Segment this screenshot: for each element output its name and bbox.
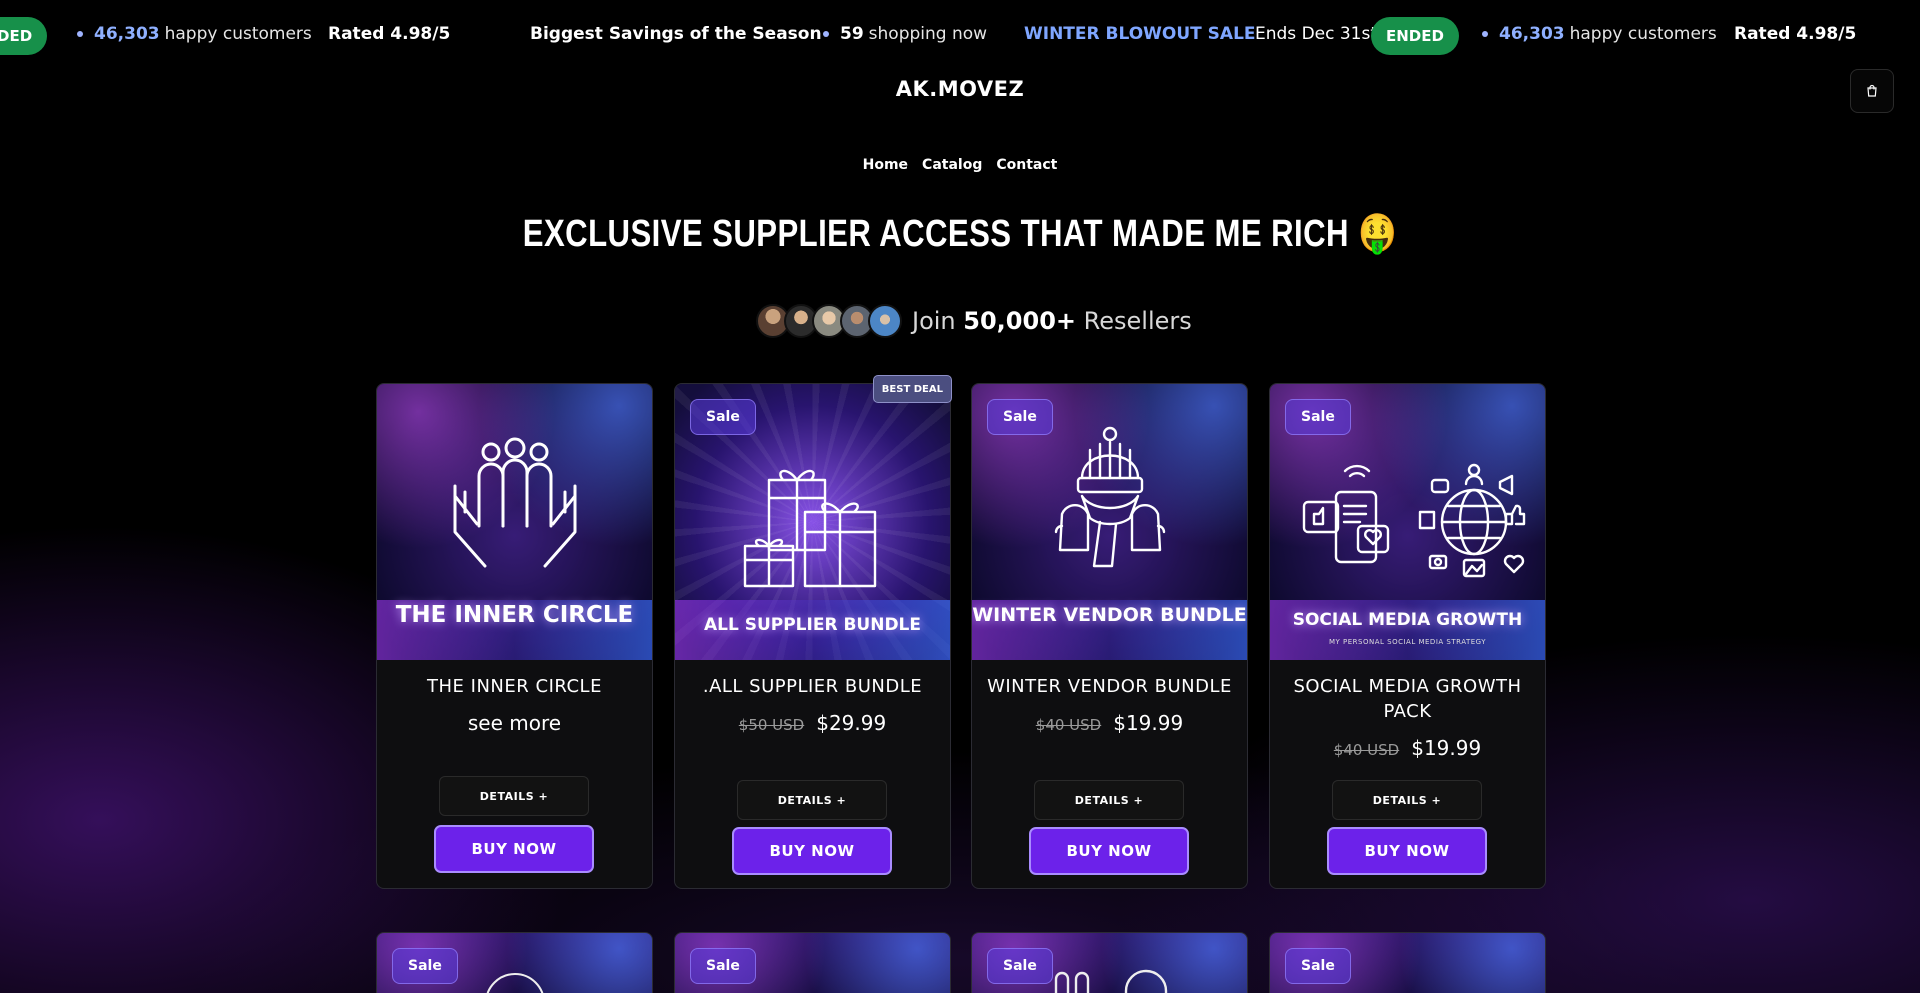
buy-now-button[interactable]: BUY NOW <box>1029 827 1189 875</box>
cart-button[interactable] <box>1850 69 1894 113</box>
product-image[interactable]: Sale WINTER VENDOR BUNDLE <box>972 384 1247 660</box>
product-card-inner-circle[interactable]: THE INNER CIRCLE THE INNER CIRCLE see mo… <box>376 383 653 889</box>
social-prefix: Join <box>912 307 956 335</box>
avatar <box>868 304 902 338</box>
image-title: ALL SUPPLIER BUNDLE <box>703 615 922 635</box>
product-card-peek[interactable]: Sale <box>376 932 653 993</box>
product-card-peek[interactable]: Sale <box>971 932 1248 993</box>
shopping-count: 59 <box>840 24 864 44</box>
product-name[interactable]: WINTER VENDOR BUNDLE <box>982 674 1237 699</box>
social-media-icon <box>1302 463 1526 578</box>
social-proof-text: Join 50,000+ Resellers <box>912 307 1192 335</box>
price-row: $40 USD $19.99 <box>1270 736 1545 760</box>
social-suffix: Resellers <box>1083 307 1192 335</box>
sale-badge: Sale <box>987 948 1053 984</box>
social-count: 50,000+ <box>963 307 1077 335</box>
customers-count: 46,303 <box>94 24 160 44</box>
nav-home[interactable]: Home <box>863 157 908 173</box>
image-subtitle: MY PERSONAL SOCIAL MEDIA STRATEGY <box>1329 638 1486 646</box>
sale-badge: Sale <box>987 399 1053 435</box>
nav-catalog[interactable]: Catalog <box>922 157 982 173</box>
product-art-peek <box>485 973 545 993</box>
best-deal-ribbon: BEST DEAL <box>872 375 952 403</box>
sale-price: $29.99 <box>816 711 887 735</box>
old-price: $40 USD <box>1035 716 1102 734</box>
details-button[interactable]: DETAILS + <box>1332 780 1482 820</box>
sale-badge: Sale <box>690 399 756 435</box>
details-button[interactable]: DETAILS + <box>1034 780 1184 820</box>
shopping-now-stat: 59 shopping now <box>823 24 987 44</box>
product-name[interactable]: .ALL SUPPLIER BUNDLE <box>685 674 940 699</box>
cart-icon <box>1867 84 1877 97</box>
customers-stat: 46,303 happy customers <box>77 24 312 44</box>
image-glow-floor <box>1270 600 1545 660</box>
bullet-dot <box>1482 31 1488 37</box>
social-proof: Join 50,000+ Resellers <box>756 304 1192 338</box>
gift-boxes-icon <box>743 469 877 588</box>
buy-now-button[interactable]: BUY NOW <box>1327 827 1487 875</box>
product-name[interactable]: THE INNER CIRCLE <box>387 674 642 699</box>
image-title: WINTER VENDOR BUNDLE <box>972 604 1247 626</box>
bullet-dot <box>77 31 83 37</box>
hands-people-icon <box>453 437 577 568</box>
price-row: see more <box>377 711 652 735</box>
old-price: $50 USD <box>738 716 805 734</box>
background-glow <box>0 0 1920 993</box>
rating-text-repeat: Rated 4.98/5 <box>1734 24 1857 44</box>
sale-badge: Sale <box>392 948 458 984</box>
product-art-peek <box>1054 969 1168 993</box>
sale-badge: Sale <box>690 948 756 984</box>
details-button[interactable]: DETAILS + <box>737 780 887 820</box>
customers-stat-repeat: 46,303 happy customers <box>1482 24 1717 44</box>
product-card-social-media-growth[interactable]: Sale SOCIAL MEDIA GROWTH MY PERSONAL SOC… <box>1269 383 1546 889</box>
customers-label: happy customers <box>164 24 312 44</box>
image-title: THE INNER CIRCLE <box>395 602 634 628</box>
product-card-peek[interactable]: Sale <box>674 932 951 993</box>
shopping-label: shopping now <box>868 24 988 44</box>
product-name[interactable]: SOCIAL MEDIA GROWTH PACK <box>1280 674 1535 724</box>
customers-count: 46,303 <box>1499 24 1565 44</box>
product-image[interactable]: THE INNER CIRCLE <box>377 384 652 660</box>
main-nav: Home Catalog Contact <box>0 157 1920 173</box>
announcement-bar: DED 46,303 happy customers Rated 4.98/5 … <box>0 0 1920 72</box>
buy-now-button[interactable]: BUY NOW <box>732 827 892 875</box>
product-card-winter-vendor-bundle[interactable]: Sale WINTER VENDOR BUNDLE WINTER VENDOR … <box>971 383 1248 889</box>
sale-badge: Sale <box>1285 399 1351 435</box>
sale-price: $19.99 <box>1113 711 1184 735</box>
savings-text: Biggest Savings of the Season <box>530 24 822 44</box>
nav-contact[interactable]: Contact <box>996 157 1057 173</box>
ends-label: Ends Dec 31st: <box>1255 24 1383 44</box>
old-price: $40 USD <box>1333 741 1400 759</box>
price-row: $40 USD $19.99 <box>972 711 1247 735</box>
rating-text: Rated 4.98/5 <box>328 24 451 44</box>
details-button[interactable]: DETAILS + <box>439 776 589 816</box>
buy-now-button[interactable]: BUY NOW <box>434 825 594 873</box>
customers-label: happy customers <box>1569 24 1717 44</box>
product-image[interactable]: Sale SOCIAL MEDIA GROWTH MY PERSONAL SOC… <box>1270 384 1545 660</box>
ended-badge: ENDED <box>1371 17 1459 55</box>
ended-badge-fragment: DED <box>0 17 48 55</box>
bullet-dot <box>823 31 829 37</box>
sale-badge: Sale <box>1285 948 1351 984</box>
hero-headline: EXCLUSIVE SUPPLIER ACCESS THAT MADE ME R… <box>522 213 1398 255</box>
sale-price: $19.99 <box>1411 736 1482 760</box>
avatar-stack <box>756 304 902 338</box>
sale-name-text: WINTER BLOWOUT SALE <box>1024 24 1256 44</box>
price-row: $50 USD $29.99 <box>675 711 950 735</box>
product-image[interactable]: Sale ALL SUPPLIER BUNDLE <box>675 384 950 660</box>
winter-hat-scarf-icon <box>1054 426 1166 568</box>
product-card-all-supplier-bundle[interactable]: BEST DEAL Sale ALL SUPPLIER BUNDLE .ALL … <box>674 375 952 889</box>
see-more-text: see more <box>467 711 562 735</box>
store-logo[interactable]: AK.MOVEZ <box>0 77 1920 101</box>
product-card-peek[interactable]: Sale <box>1269 932 1546 993</box>
image-title: SOCIAL MEDIA GROWTH <box>1292 610 1523 630</box>
